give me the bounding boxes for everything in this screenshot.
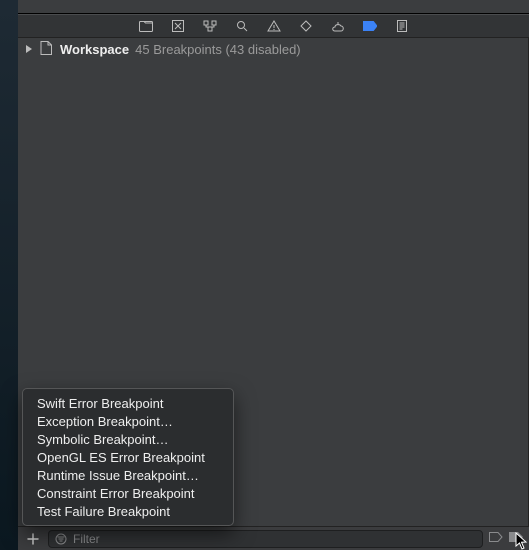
- symbol-navigator-tab[interactable]: [202, 18, 218, 34]
- filter-scope-icons: [489, 532, 523, 546]
- menu-item-swift-error-breakpoint[interactable]: Swift Error Breakpoint: [23, 394, 233, 412]
- workspace-label: Workspace: [60, 42, 129, 57]
- window-titlebar: [18, 0, 529, 14]
- menu-item-symbolic-breakpoint[interactable]: Symbolic Breakpoint…: [23, 430, 233, 448]
- enabled-breakpoints-filter-icon[interactable]: [489, 532, 503, 546]
- menu-item-test-failure-breakpoint[interactable]: Test Failure Breakpoint: [23, 502, 233, 520]
- workspace-row[interactable]: Workspace 45 Breakpoints (43 disabled): [18, 38, 528, 60]
- menu-item-opengl-es-error-breakpoint[interactable]: OpenGL ES Error Breakpoint: [23, 448, 233, 466]
- report-navigator-tab[interactable]: [394, 18, 410, 34]
- source-control-navigator-tab[interactable]: [170, 18, 186, 34]
- navigator-selector-bar: [18, 14, 529, 38]
- project-navigator-tab[interactable]: [138, 18, 154, 34]
- filter-icon: [55, 533, 67, 545]
- desktop-background: [0, 0, 18, 550]
- menu-item-exception-breakpoint[interactable]: Exception Breakpoint…: [23, 412, 233, 430]
- navigator-bottom-bar: [18, 526, 529, 550]
- test-navigator-tab[interactable]: [298, 18, 314, 34]
- document-icon: [40, 41, 54, 57]
- filter-field[interactable]: [48, 530, 483, 548]
- breakpoint-navigator-tab[interactable]: [362, 18, 378, 34]
- menu-item-runtime-issue-breakpoint[interactable]: Runtime Issue Breakpoint…: [23, 466, 233, 484]
- find-navigator-tab[interactable]: [234, 18, 250, 34]
- debug-navigator-tab[interactable]: [330, 18, 346, 34]
- issue-navigator-tab[interactable]: [266, 18, 282, 34]
- active-breakpoints-filter-icon[interactable]: [509, 532, 523, 546]
- workspace-summary: 45 Breakpoints (43 disabled): [135, 42, 301, 57]
- menu-item-constraint-error-breakpoint[interactable]: Constraint Error Breakpoint: [23, 484, 233, 502]
- add-breakpoint-button[interactable]: [24, 530, 42, 548]
- add-breakpoint-menu: Swift Error Breakpoint Exception Breakpo…: [22, 388, 234, 526]
- filter-input[interactable]: [73, 532, 476, 546]
- disclosure-triangle-icon[interactable]: [24, 44, 34, 54]
